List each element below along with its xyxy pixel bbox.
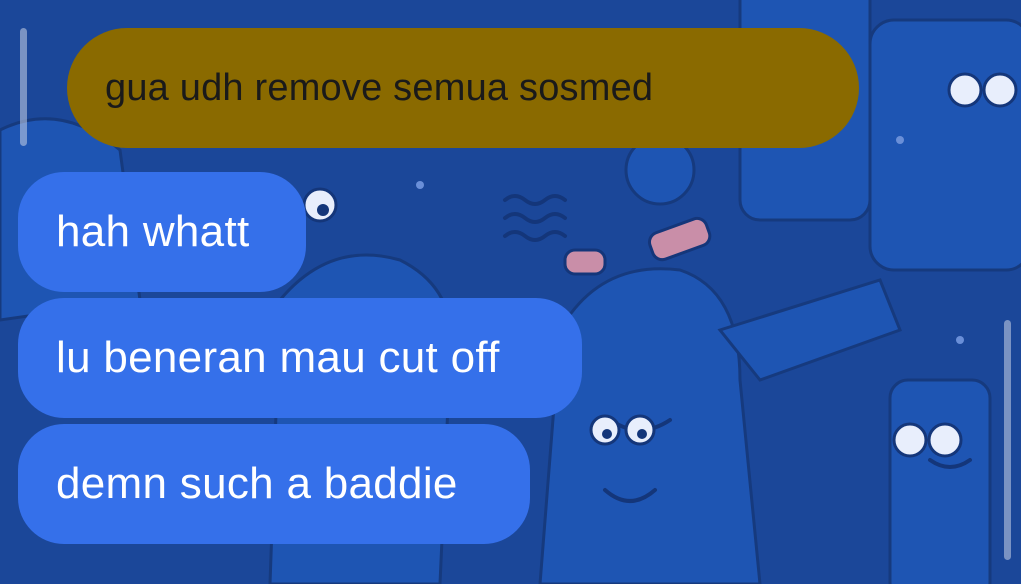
message-text: lu beneran mau cut off bbox=[56, 333, 500, 382]
message-text: hah whatt bbox=[56, 207, 250, 256]
right-scroll-indicator[interactable] bbox=[1004, 320, 1011, 560]
message-text: gua udh remove semua sosmed bbox=[105, 66, 654, 109]
incoming-message-bubble[interactable]: hah whatt bbox=[18, 172, 306, 292]
left-scroll-indicator[interactable] bbox=[20, 28, 27, 146]
incoming-message-bubble[interactable]: lu beneran mau cut off bbox=[18, 298, 582, 418]
chat-screen: gua udh remove semua sosmed hah whatt lu… bbox=[0, 0, 1021, 584]
message-text: demn such a baddie bbox=[56, 459, 458, 508]
incoming-message-bubble[interactable]: demn such a baddie bbox=[18, 424, 530, 544]
outgoing-message-bubble[interactable]: gua udh remove semua sosmed bbox=[67, 28, 859, 148]
